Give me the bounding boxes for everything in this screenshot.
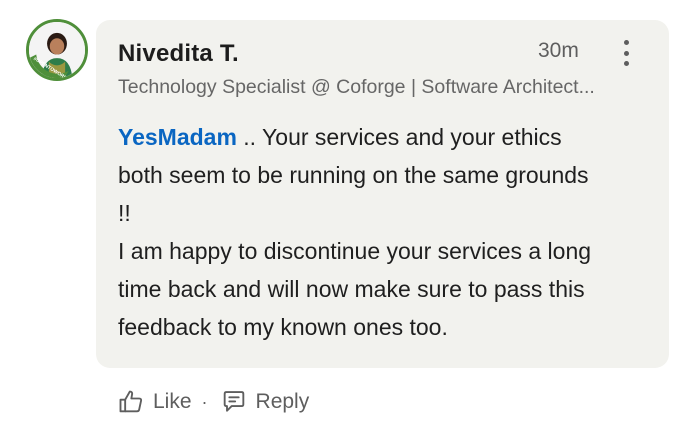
comment-line: feedback to my known ones too. [118,314,448,340]
author-headline: Technology Specialist @ Coforge | Softwa… [118,76,595,98]
reply-label: Reply [255,390,310,413]
comment-actions: Like · Reply [117,385,309,419]
comment-line: .. Your services and your ethics [236,124,562,150]
more-options-button[interactable] [614,38,638,68]
more-vertical-icon [623,40,629,45]
comment-body: YesMadam .. Your services and your ethic… [118,118,653,346]
thumbs-up-icon [119,390,143,413]
comment-line: time back and will now make sure to pass… [118,276,585,302]
like-label: Like [153,390,192,413]
like-button[interactable]: Like [117,388,192,416]
comment-line: both seem to be running on the same grou… [118,162,589,188]
comment-bubble: Nivedita T. 30m Technology Specialist @ … [96,20,669,368]
reply-button[interactable]: Reply [220,388,310,416]
comment-timestamp: 30m [538,39,579,62]
action-separator: · [201,391,208,412]
profile-photo: #OPENTOWORK [29,22,85,78]
speech-bubble-icon [223,391,244,412]
author-name[interactable]: Nivedita T. [118,40,239,68]
comment-line: I am happy to discontinue your services … [118,238,592,264]
avatar[interactable]: #OPENTOWORK [26,19,88,81]
mention-link[interactable]: YesMadam [118,124,237,150]
comment-line: !! [118,200,131,226]
